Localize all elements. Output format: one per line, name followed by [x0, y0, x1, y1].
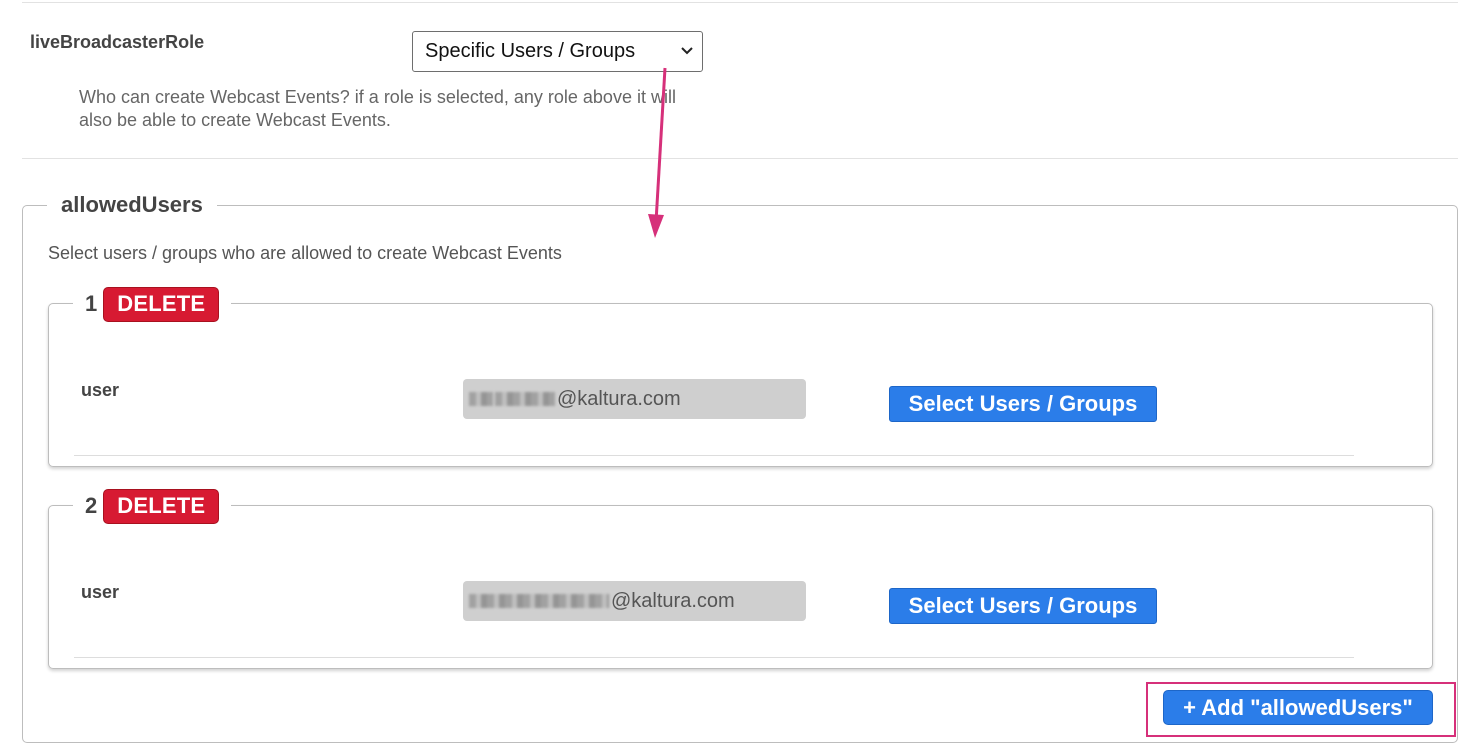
- add-allowed-users-button[interactable]: + Add "allowedUsers": [1163, 690, 1433, 725]
- chevron-down-icon: [681, 47, 693, 55]
- item-2-divider: [74, 657, 1354, 658]
- item-2-user-label: user: [81, 582, 120, 602]
- allowed-users-legend: allowedUsers: [47, 191, 217, 219]
- help-line-2: also be able to create Webcast Events.: [79, 110, 391, 130]
- item-1-index: 1: [85, 291, 98, 316]
- select-users-groups-button-2[interactable]: Select Users / Groups: [889, 588, 1157, 624]
- redacted-text: [469, 594, 609, 608]
- top-divider: [22, 2, 1458, 3]
- redacted-text: [469, 392, 493, 406]
- item-1-user-value: @kaltura.com: [463, 379, 806, 419]
- delete-button-1[interactable]: DELETE: [103, 286, 220, 322]
- live-broadcaster-role-label: liveBroadcasterRole: [30, 32, 205, 52]
- select-users-groups-button-1[interactable]: Select Users / Groups: [889, 386, 1157, 422]
- item-2-index: 2: [85, 493, 98, 518]
- allowed-users-title: allowedUsers: [61, 192, 203, 217]
- live-broadcaster-role-help: Who can create Webcast Events? if a role…: [79, 86, 779, 132]
- item-1-legend: 1 DELETE: [73, 286, 232, 322]
- item-2-legend: 2 DELETE: [73, 488, 232, 524]
- section-divider: [22, 158, 1458, 159]
- email-suffix: @kaltura.com: [611, 589, 735, 612]
- item-1-divider: [74, 455, 1354, 456]
- item-1-user-label: user: [81, 380, 120, 400]
- select-value: Specific Users / Groups: [425, 40, 636, 62]
- live-broadcaster-role-select[interactable]: Specific Users / Groups: [412, 31, 703, 72]
- allowed-users-description: Select users / groups who are allowed to…: [48, 243, 562, 263]
- redacted-text: [495, 392, 555, 406]
- help-line-1: Who can create Webcast Events? if a role…: [79, 87, 676, 107]
- email-suffix: @kaltura.com: [557, 387, 681, 410]
- item-2-user-value: @kaltura.com: [463, 581, 806, 621]
- delete-button-2[interactable]: DELETE: [103, 488, 220, 524]
